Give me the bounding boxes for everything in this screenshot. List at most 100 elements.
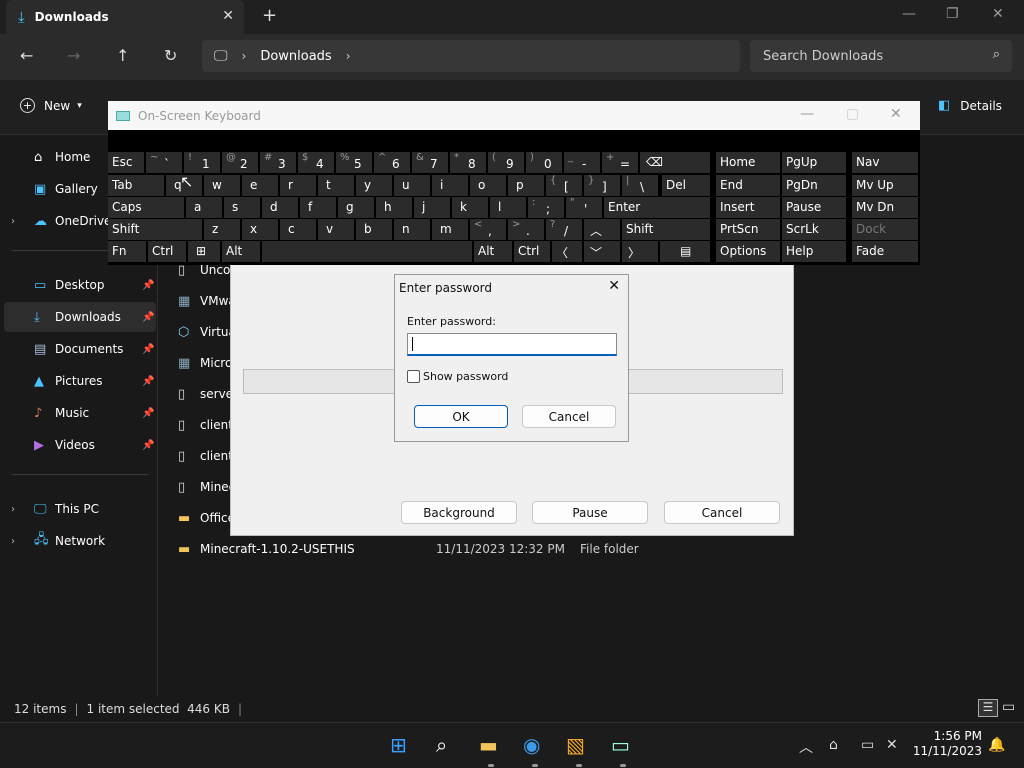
list-item[interactable]: ▦ Micro bbox=[170, 350, 232, 376]
sidebar-item-documents[interactable]: ▤ Documents 📌 bbox=[0, 334, 158, 364]
tiles-view-icon[interactable]: ▭ bbox=[1002, 699, 1015, 715]
key-caps[interactable]: Caps bbox=[108, 197, 184, 218]
key-arrow-up[interactable]: ︿ bbox=[584, 219, 620, 240]
system-clock[interactable]: 1:56 PM 11/11/2023 bbox=[910, 729, 982, 759]
key-esc[interactable]: Esc bbox=[108, 152, 144, 173]
new-button[interactable]: + New ▾ bbox=[20, 98, 82, 113]
sidebar-item-pictures[interactable]: ▲ Pictures 📌 bbox=[0, 366, 158, 396]
chevron-right-icon[interactable]: › bbox=[242, 49, 247, 63]
key-help[interactable]: Help bbox=[782, 241, 846, 262]
key-shift-right[interactable]: Shift bbox=[622, 219, 710, 240]
key-del[interactable]: Del bbox=[662, 175, 710, 196]
notification-bell-icon[interactable]: 🔔 bbox=[988, 737, 1005, 753]
display-icon[interactable]: ▭ bbox=[861, 737, 874, 753]
key-w[interactable]: w bbox=[204, 175, 240, 196]
key-;[interactable]: :; bbox=[528, 197, 564, 218]
close-icon[interactable]: ✕ bbox=[992, 6, 1004, 22]
list-item[interactable]: ▬ Minecraft-1.10.2-USETHIS 11/11/2023 12… bbox=[170, 536, 639, 562]
search-box[interactable]: Search Downloads ⌕ bbox=[750, 40, 1012, 72]
key-windows[interactable]: ⊞ bbox=[188, 241, 220, 262]
cancel-button[interactable]: Cancel bbox=[522, 405, 616, 428]
key-ctrl-right[interactable]: Ctrl bbox=[514, 241, 550, 262]
key-z[interactable]: z bbox=[204, 219, 240, 240]
network-offline-icon[interactable]: ⌂ bbox=[829, 737, 838, 753]
key-p[interactable]: p bbox=[508, 175, 544, 196]
key-7[interactable]: & 7 bbox=[412, 152, 448, 173]
refresh-icon[interactable]: ↻ bbox=[164, 46, 177, 65]
ok-button[interactable]: OK bbox=[414, 405, 508, 428]
key-arrow-down[interactable]: ﹀ bbox=[584, 241, 620, 262]
list-item[interactable]: ▯ client bbox=[170, 412, 233, 438]
key-fade[interactable]: Fade bbox=[852, 241, 918, 262]
key-c[interactable]: c bbox=[280, 219, 316, 240]
list-item[interactable]: ▬ Office bbox=[170, 505, 235, 531]
key-9[interactable]: (9 bbox=[488, 152, 524, 173]
tab-downloads[interactable]: ⤓ Downloads ✕ bbox=[6, 0, 244, 34]
forward-icon[interactable]: → bbox=[67, 46, 80, 65]
list-item[interactable]: ⬡ Virtua bbox=[170, 319, 236, 345]
close-icon[interactable]: ✕ bbox=[608, 278, 620, 294]
list-item[interactable]: ▯ server bbox=[170, 381, 238, 407]
key-n[interactable]: n bbox=[394, 219, 430, 240]
key-k[interactable]: k bbox=[452, 197, 488, 218]
chevron-up-icon[interactable]: ︿ bbox=[799, 737, 813, 757]
key-arrow-right[interactable]: 〉 bbox=[622, 241, 658, 262]
on-screen-keyboard-icon[interactable]: ▭ bbox=[611, 733, 630, 757]
chevron-right-icon[interactable]: › bbox=[11, 536, 15, 547]
address-bar[interactable]: 🖵 › Downloads › bbox=[202, 40, 740, 72]
key-nav[interactable]: Nav bbox=[852, 152, 918, 173]
key-f[interactable]: f bbox=[300, 197, 336, 218]
sidebar-item-videos[interactable]: ▶ Videos 📌 bbox=[0, 430, 158, 460]
key-t[interactable]: t bbox=[318, 175, 354, 196]
key-6[interactable]: ^ 6 bbox=[374, 152, 410, 173]
key-r[interactable]: r bbox=[280, 175, 316, 196]
minimize-icon[interactable]: — bbox=[800, 106, 814, 122]
sidebar-item-desktop[interactable]: ▭ Desktop 📌 bbox=[0, 270, 158, 300]
sidebar-item-downloads[interactable]: ⤓ Downloads 📌 bbox=[4, 302, 156, 332]
key-arrow-left[interactable]: 〈 bbox=[552, 241, 582, 262]
chevron-right-icon[interactable]: › bbox=[11, 216, 15, 227]
key-menu[interactable]: ▤ bbox=[660, 241, 710, 262]
start-icon[interactable]: ⊞ bbox=[390, 733, 407, 757]
key-backspace[interactable]: ⌫ bbox=[640, 152, 710, 173]
sidebar-item-music[interactable]: ♪ Music 📌 bbox=[0, 398, 158, 428]
key-enter[interactable]: Enter bbox=[604, 197, 710, 218]
key-8[interactable]: * 8 bbox=[450, 152, 486, 173]
password-field[interactable] bbox=[407, 333, 617, 356]
key-home[interactable]: Home bbox=[716, 152, 780, 173]
chrome-icon[interactable]: ◉ bbox=[523, 733, 540, 757]
key-b[interactable]: b bbox=[356, 219, 392, 240]
key-d[interactable]: d bbox=[262, 197, 298, 218]
back-icon[interactable]: ← bbox=[20, 46, 33, 65]
key-mv-up[interactable]: Mv Up bbox=[852, 175, 918, 196]
key-alt-left[interactable]: Alt bbox=[222, 241, 260, 262]
key-prtscn[interactable]: PrtScn bbox=[716, 219, 780, 240]
key-pgdn[interactable]: PgDn bbox=[782, 175, 846, 196]
key-i[interactable]: i bbox=[432, 175, 468, 196]
minimize-icon[interactable]: — bbox=[902, 6, 916, 22]
key-insert[interactable]: Insert bbox=[716, 197, 780, 218]
new-tab-icon[interactable]: + bbox=[262, 5, 277, 26]
key-dock[interactable]: Dock bbox=[852, 219, 918, 240]
key-j[interactable]: j bbox=[414, 197, 450, 218]
sidebar-item-this-pc[interactable]: › 🖵 This PC bbox=[0, 494, 158, 524]
key-`[interactable]: ~ ` bbox=[146, 152, 182, 173]
file-explorer-icon[interactable]: ▬ bbox=[479, 733, 498, 757]
up-icon[interactable]: ↑ bbox=[116, 46, 129, 65]
key-ctrl-left[interactable]: Ctrl bbox=[148, 241, 186, 262]
key-h[interactable]: h bbox=[376, 197, 412, 218]
key-g[interactable]: g bbox=[338, 197, 374, 218]
show-password-label[interactable]: Show password bbox=[423, 370, 508, 383]
key-s[interactable]: s bbox=[224, 197, 260, 218]
pause-button[interactable]: Pause bbox=[532, 501, 648, 524]
key-shift-left[interactable]: Shift bbox=[108, 219, 202, 240]
search-input[interactable]: Search Downloads bbox=[763, 49, 883, 64]
archive-tool-icon[interactable]: ▧ bbox=[566, 733, 585, 757]
key-m[interactable]: m bbox=[432, 219, 468, 240]
key-o[interactable]: o bbox=[470, 175, 506, 196]
restore-icon[interactable]: ❐ bbox=[946, 6, 959, 22]
key-scrlk[interactable]: ScrLk bbox=[782, 219, 846, 240]
breadcrumb[interactable]: Downloads bbox=[260, 49, 331, 64]
key-pause[interactable]: Pause bbox=[782, 197, 846, 218]
key-end[interactable]: End bbox=[716, 175, 780, 196]
